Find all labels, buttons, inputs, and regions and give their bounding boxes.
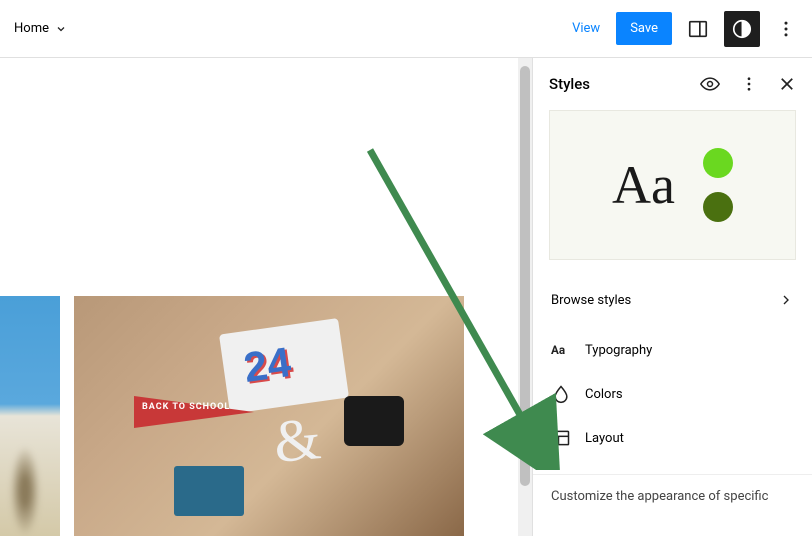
sidebar-title: Styles <box>549 75 590 93</box>
colors-item[interactable]: Colors <box>533 372 812 416</box>
styles-toggle-button[interactable] <box>724 11 760 47</box>
style-categories: Aa Typography Colors Layout <box>533 322 812 466</box>
sidebar-toggle-button[interactable] <box>680 11 716 47</box>
preview-color-dots <box>703 148 733 222</box>
droplet-icon <box>551 384 571 404</box>
pennant-text: BACK TO SCHOOL <box>142 402 230 412</box>
svg-text:Aa: Aa <box>551 343 565 357</box>
contrast-icon <box>731 18 753 40</box>
page-selector[interactable]: Home <box>8 21 67 36</box>
color-swatch-dark <box>703 192 733 222</box>
canvas-scrollbar[interactable] <box>518 58 532 536</box>
gallery-image[interactable]: 24 BACK TO SCHOOL & <box>74 296 464 536</box>
color-swatch-light <box>703 148 733 178</box>
sidebar-header: Styles <box>533 58 812 108</box>
top-bar: Home View Save <box>0 0 812 58</box>
colors-label: Colors <box>585 387 623 402</box>
layout-icon <box>551 428 571 448</box>
ampersand-decor: & <box>271 404 324 477</box>
sidebar-footer-text: Customize the appearance of specific <box>533 474 812 504</box>
panel-icon <box>687 18 709 40</box>
chevron-down-icon <box>55 23 67 35</box>
chevron-right-icon <box>778 292 794 308</box>
main-area: 24 BACK TO SCHOOL & Styles Aa <box>0 58 812 536</box>
close-icon[interactable] <box>778 75 796 93</box>
browse-styles-row[interactable]: Browse styles <box>533 278 812 322</box>
style-preview[interactable]: Aa <box>549 110 796 260</box>
top-actions: View Save <box>564 11 804 47</box>
eye-icon[interactable] <box>700 74 720 94</box>
book-decor <box>174 466 244 516</box>
scrollbar-thumb[interactable] <box>520 66 530 486</box>
camera-decor <box>344 396 404 446</box>
sidebar-header-actions <box>700 74 796 94</box>
view-link[interactable]: View <box>564 15 608 42</box>
page-label: Home <box>14 21 49 36</box>
editor-canvas[interactable]: 24 BACK TO SCHOOL & <box>0 58 532 536</box>
typography-item[interactable]: Aa Typography <box>533 328 812 372</box>
image-gallery: 24 BACK TO SCHOOL & <box>0 296 464 536</box>
shirt-number: 24 <box>241 338 294 392</box>
typography-label: Typography <box>585 343 652 358</box>
pennant-shape <box>134 396 254 428</box>
more-menu-button[interactable] <box>768 11 804 47</box>
gallery-image[interactable] <box>0 296 60 536</box>
layout-label: Layout <box>585 431 624 446</box>
kebab-icon <box>776 19 796 39</box>
browse-styles-label: Browse styles <box>551 293 631 308</box>
save-button[interactable]: Save <box>616 12 672 45</box>
typography-icon: Aa <box>551 340 571 360</box>
kebab-icon[interactable] <box>740 75 758 93</box>
styles-sidebar: Styles Aa Browse styles Aa Typography <box>532 58 812 536</box>
layout-item[interactable]: Layout <box>533 416 812 460</box>
preview-sample-text: Aa <box>612 154 675 216</box>
